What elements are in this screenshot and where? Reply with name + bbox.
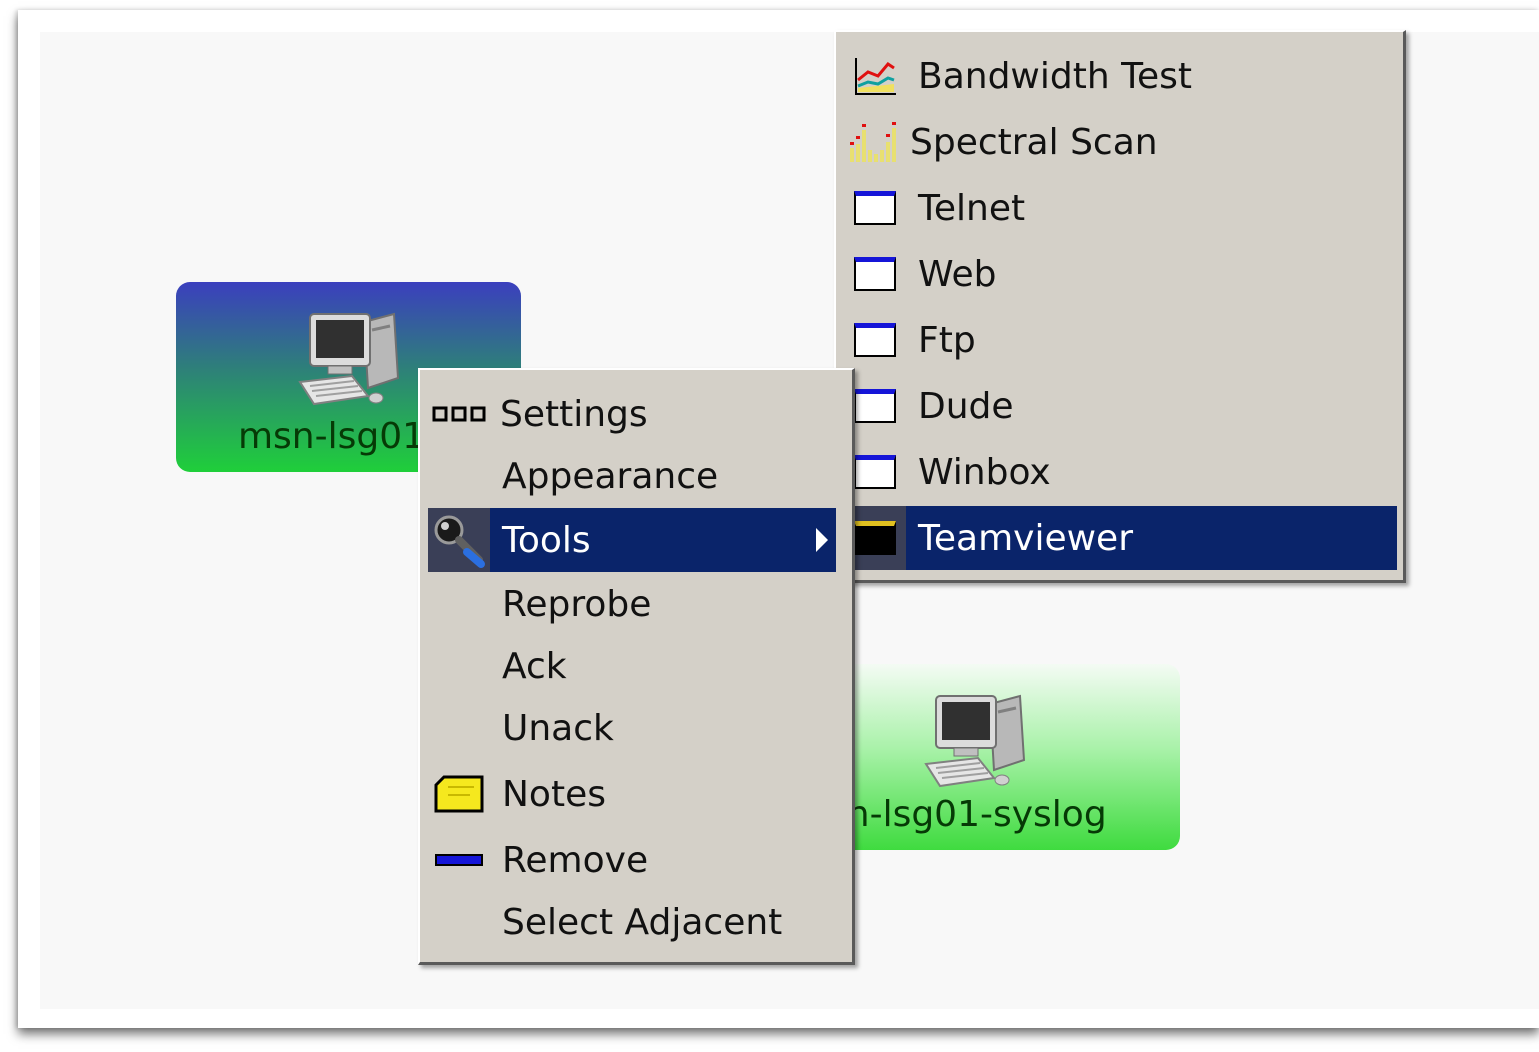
- bandwidth-chart-icon: [844, 44, 906, 108]
- empty-icon-slot: [428, 696, 490, 760]
- node-label: sn-lsg01-syslog: [830, 794, 1107, 835]
- menu-item-label: Settings: [500, 393, 648, 435]
- menu-item-appearance[interactable]: Appearance: [428, 444, 836, 508]
- menu-item-label: Dude: [918, 385, 1014, 427]
- menu-item-spectral-scan[interactable]: Spectral Scan: [844, 110, 1397, 174]
- menu-item-telnet[interactable]: Telnet: [844, 176, 1397, 240]
- menu-item-label: Notes: [502, 773, 606, 815]
- menu-item-label: Appearance: [502, 455, 719, 497]
- menu-item-label: Tools: [502, 519, 591, 561]
- submenu-arrow-icon: [816, 528, 828, 552]
- menu-item-reprobe[interactable]: Reprobe: [428, 572, 836, 636]
- menu-item-select-adjacent[interactable]: Select Adjacent: [428, 890, 836, 954]
- context-menu: Settings Appearance Tools Reprobe Ack Un…: [418, 368, 855, 965]
- menu-item-teamviewer[interactable]: Teamviewer: [844, 506, 1397, 570]
- note-icon: [428, 762, 490, 826]
- menu-item-label: Reprobe: [502, 583, 652, 625]
- menu-item-bandwidth-test[interactable]: Bandwidth Test: [844, 44, 1397, 108]
- computer-icon: [298, 312, 400, 406]
- window-icon: [844, 308, 906, 372]
- menu-item-unack[interactable]: Unack: [428, 696, 836, 760]
- menu-item-label: Select Adjacent: [502, 901, 783, 943]
- menu-item-label: Remove: [502, 839, 649, 881]
- tools-submenu: Bandwidth Test Spectral Scan Telnet Web …: [834, 30, 1406, 583]
- empty-icon-slot: [428, 890, 490, 954]
- menu-item-label: Teamviewer: [918, 517, 1133, 559]
- menu-item-dude[interactable]: Dude: [844, 374, 1397, 438]
- window-icon: [844, 176, 906, 240]
- window-icon: [844, 242, 906, 306]
- spectral-bars-icon: [844, 110, 906, 174]
- menu-item-label: Ftp: [918, 319, 976, 361]
- menu-item-ack[interactable]: Ack: [428, 634, 836, 698]
- menu-item-label: Web: [918, 253, 997, 295]
- remove-bar-icon: [428, 828, 490, 892]
- magnifier-tools-icon: [428, 508, 490, 572]
- menu-item-web[interactable]: Web: [844, 242, 1397, 306]
- menu-item-label: Bandwidth Test: [918, 55, 1192, 97]
- empty-icon-slot: [428, 572, 490, 636]
- menu-item-notes[interactable]: Notes: [428, 762, 836, 826]
- device-node-msn-lsg01-syslog[interactable]: sn-lsg01-syslog: [830, 664, 1180, 850]
- menu-item-tools[interactable]: Tools: [428, 508, 836, 572]
- menu-item-settings[interactable]: Settings: [428, 382, 836, 446]
- empty-icon-slot: [428, 634, 490, 698]
- settings-dots-icon: [428, 382, 490, 446]
- menu-item-label: Winbox: [918, 451, 1051, 493]
- menu-item-label: Spectral Scan: [910, 121, 1158, 163]
- menu-item-label: Telnet: [918, 187, 1026, 229]
- menu-item-label: Ack: [502, 645, 567, 687]
- menu-item-label: Unack: [502, 707, 614, 749]
- menu-item-ftp[interactable]: Ftp: [844, 308, 1397, 372]
- computer-icon: [924, 694, 1026, 788]
- empty-icon-slot: [428, 444, 490, 508]
- menu-item-remove[interactable]: Remove: [428, 828, 836, 892]
- menu-item-winbox[interactable]: Winbox: [844, 440, 1397, 504]
